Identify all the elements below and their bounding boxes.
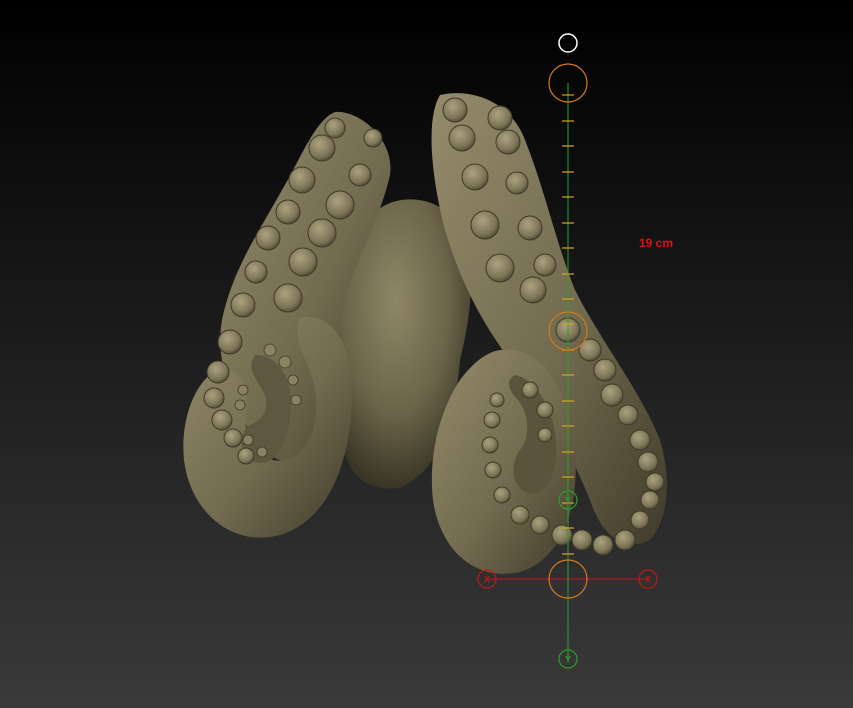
3d-viewport[interactable]: X X Y Y: [0, 0, 853, 708]
gizmo-top-handle[interactable]: [558, 33, 578, 53]
svg-text:Y: Y: [565, 655, 571, 665]
octopus-model[interactable]: [183, 93, 667, 574]
measurement-label: 19 cm: [639, 236, 674, 250]
svg-text:X: X: [645, 575, 651, 585]
svg-text:Y: Y: [565, 496, 571, 506]
svg-text:X: X: [484, 575, 490, 585]
